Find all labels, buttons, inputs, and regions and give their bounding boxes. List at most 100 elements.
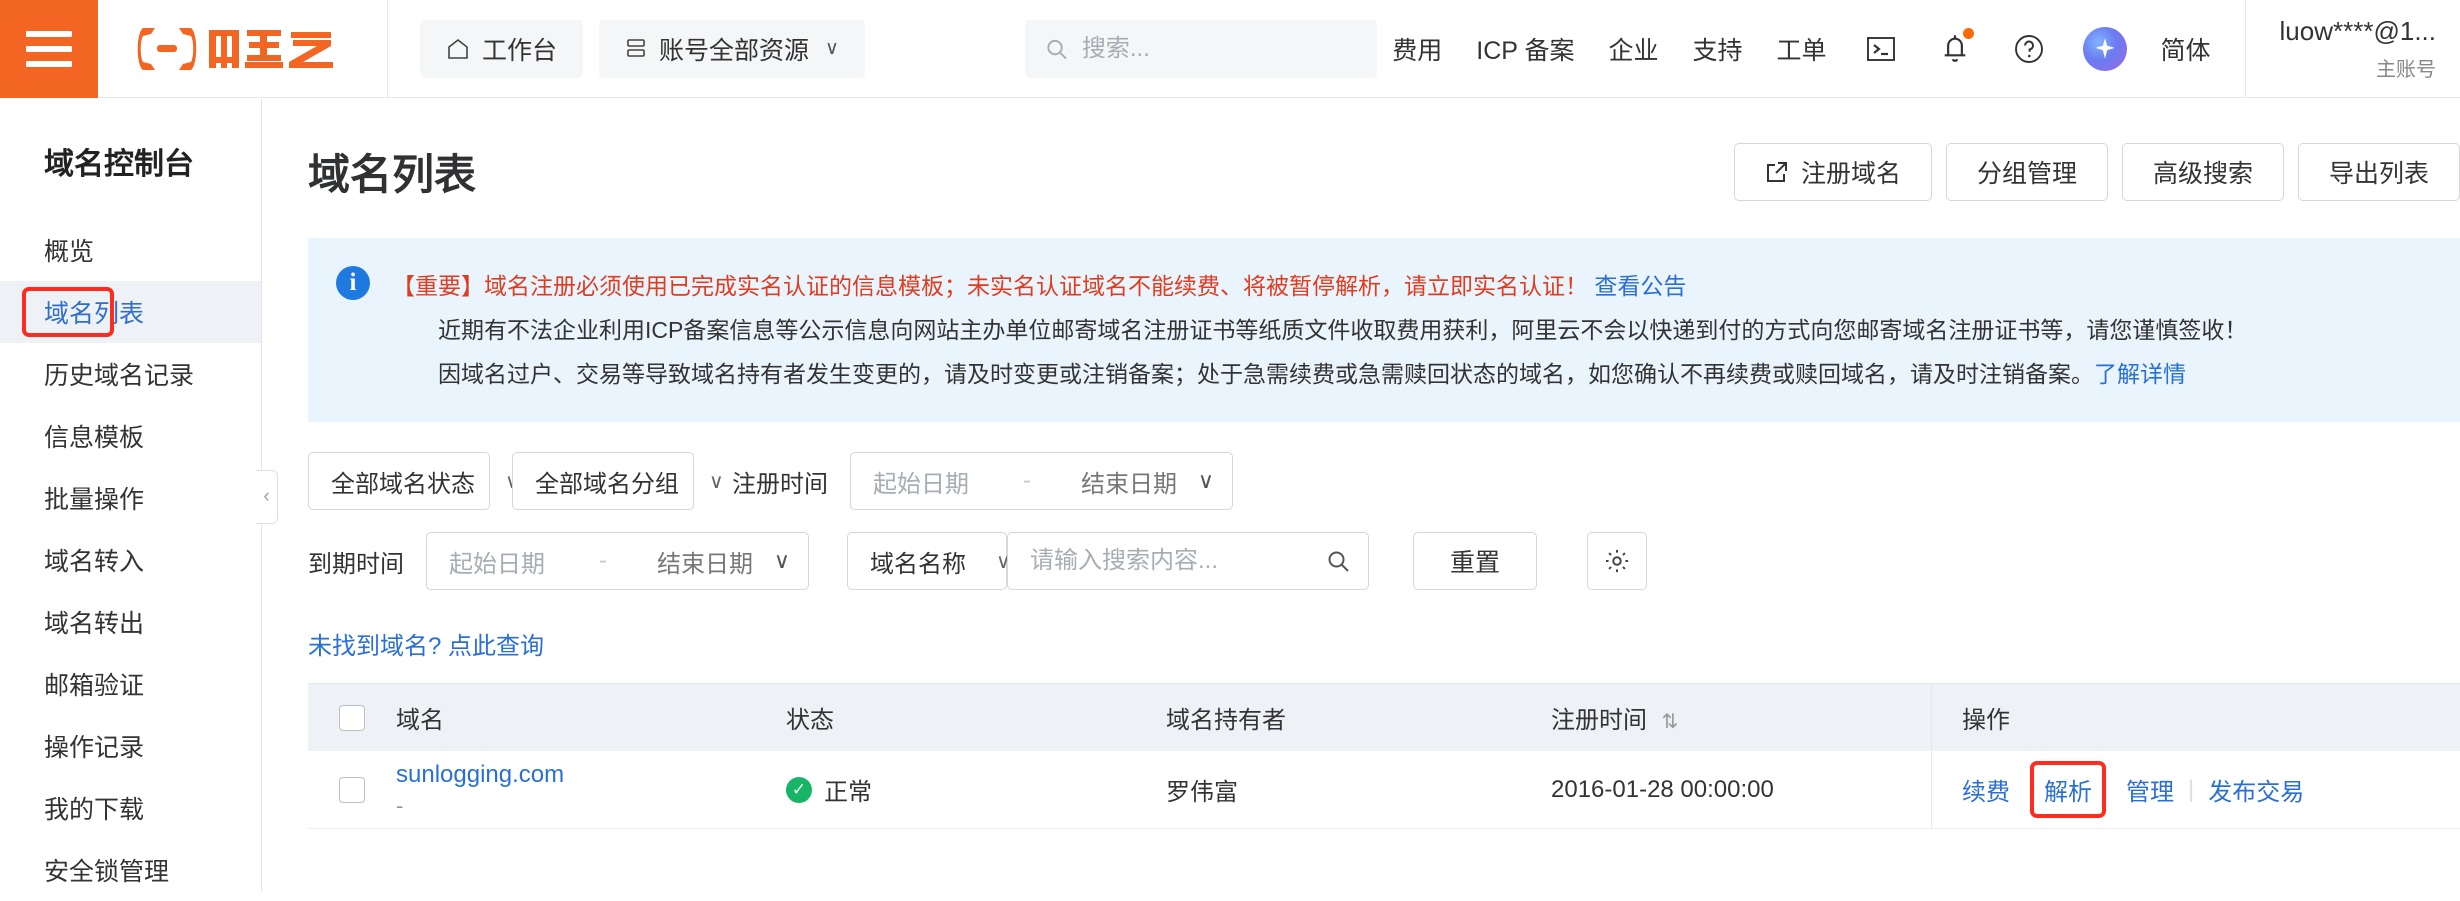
domain-link[interactable]: sunlogging.com xyxy=(396,761,786,789)
sort-icon[interactable]: ⇅ xyxy=(1662,711,1679,733)
sidebar-menu: 概览 域名列表 历史域名记录 信息模板 批量操作 域名转入 域名转出 邮箱验证 … xyxy=(0,219,261,901)
hamburger-menu-icon[interactable] xyxy=(0,0,98,98)
page-actions: 注册域名 分组管理 高级搜索 导出列表 xyxy=(1734,143,2460,201)
sidebar-item-label: 我的下载 xyxy=(44,790,144,826)
sidebar-item-batch-operation[interactable]: 批量操作 xyxy=(0,467,261,529)
search-icon[interactable] xyxy=(1326,548,1350,574)
domain-group-value: 全部域名分组 xyxy=(535,464,679,499)
sidebar-item-label: 安全锁管理 xyxy=(44,852,169,888)
expiry-time-label: 到期时间 xyxy=(308,544,404,579)
cell-operations: 续费 解析 管理 | 发布交易 xyxy=(1931,751,2460,828)
register-domain-button[interactable]: 注册域名 xyxy=(1734,143,1932,201)
expiry-date-range[interactable]: 起始日期 - 结束日期 ∨ xyxy=(426,532,809,590)
cell-owner: 罗伟富 xyxy=(1166,772,1551,807)
domain-table: 域名 状态 域名持有者 注册时间 ⇅ 操作 sunlogging.com - ✓ xyxy=(308,683,2460,829)
column-header-reg-time-label: 注册时间 xyxy=(1551,707,1647,734)
sidebar-item-email-verification[interactable]: 邮箱验证 xyxy=(0,653,261,715)
view-announcement-link[interactable]: 查看公告 xyxy=(1594,273,1686,299)
nav-item-enterprise[interactable]: 企业 xyxy=(1608,31,1658,67)
chevron-down-icon: ∨ xyxy=(709,469,724,494)
column-header-status: 状态 xyxy=(786,700,1166,735)
user-name: luow****@1... xyxy=(2280,16,2436,47)
resolve-dns-link[interactable]: 解析 xyxy=(2044,779,2092,806)
domain-status-select[interactable]: 全部域名状态 ∨ xyxy=(308,452,490,510)
nav-item-ticket[interactable]: 工单 xyxy=(1776,31,1826,67)
nav-item-fees[interactable]: 费用 xyxy=(1392,31,1442,67)
chevron-down-icon: ∨ xyxy=(1198,468,1214,494)
selection-highlight-box: 解析 xyxy=(2030,761,2106,818)
registration-time-label: 注册时间 xyxy=(732,464,828,499)
sidebar-item-transfer-in[interactable]: 域名转入 xyxy=(0,529,261,591)
column-header-operations: 操作 xyxy=(1931,684,2460,752)
global-search-input[interactable] xyxy=(1082,35,1357,63)
notice-line-1-text: 【重要】域名注册必须使用已完成实名认证的信息模板；未实名认证域名不能续费、将被暂… xyxy=(392,273,1588,299)
sidebar: 域名控制台 概览 域名列表 历史域名记录 信息模板 批量操作 域名转入 域名转出… xyxy=(0,99,262,892)
chevron-down-icon: ∨ xyxy=(825,37,839,60)
filter-bar: 全部域名状态 ∨ 全部域名分组 ∨ 注册时间 起始日期 - 结束日期 ∨ 到期时… xyxy=(263,422,2460,590)
reg-start-date: 起始日期 xyxy=(873,464,969,499)
export-list-button[interactable]: 导出列表 xyxy=(2298,143,2460,201)
cloud-shell-button[interactable] xyxy=(1861,29,1901,69)
user-account-menu[interactable]: luow****@1... 主账号 xyxy=(2245,0,2460,98)
group-management-label: 分组管理 xyxy=(1977,154,2077,190)
cell-reg-time: 2016-01-28 00:00:00 xyxy=(1551,776,1931,804)
search-field-select[interactable]: 域名名称 ∨ xyxy=(847,532,1007,590)
sidebar-item-label: 域名列表 xyxy=(44,294,144,330)
select-all-cell xyxy=(308,705,396,731)
aliyun-logo[interactable] xyxy=(98,0,388,98)
table-settings-button[interactable] xyxy=(1587,532,1647,590)
info-icon: i xyxy=(336,266,370,300)
notice-line-3-text: 因域名过户、交易等导致域名持有者发生变更的，请及时变更或注销备案；处于急需续费或… xyxy=(438,361,2094,387)
sidebar-item-domain-list[interactable]: 域名列表 xyxy=(0,281,261,343)
notice-line-2: 近期有不法企业利用ICP备案信息等公示信息向网站主办单位邮寄域名注册证书等纸质文… xyxy=(392,308,2247,352)
sidebar-item-my-downloads[interactable]: 我的下载 xyxy=(0,777,261,839)
sidebar-title: 域名控制台 xyxy=(0,99,261,183)
domain-search-box[interactable] xyxy=(1007,532,1369,590)
renew-link[interactable]: 续费 xyxy=(1962,772,2024,807)
top-nav-left: 工作台 账号全部资源 ∨ xyxy=(388,20,865,78)
sidebar-item-transfer-out[interactable]: 域名转出 xyxy=(0,591,261,653)
global-search-box[interactable] xyxy=(1025,20,1377,78)
workbench-button[interactable]: 工作台 xyxy=(420,20,583,78)
advanced-search-button[interactable]: 高级搜索 xyxy=(2122,143,2284,201)
language-switcher[interactable]: 简体 xyxy=(2161,31,2211,67)
domain-sub-label: - xyxy=(396,793,786,819)
help-button[interactable] xyxy=(2009,29,2049,69)
manage-link[interactable]: 管理 xyxy=(2112,772,2188,807)
row-checkbox[interactable] xyxy=(339,777,365,803)
reset-button[interactable]: 重置 xyxy=(1413,532,1537,590)
registration-date-range[interactable]: 起始日期 - 结束日期 ∨ xyxy=(850,452,1233,510)
question-circle-icon xyxy=(2013,33,2045,65)
sidebar-collapse-handle[interactable]: ‹ xyxy=(256,470,278,524)
check-circle-icon: ✓ xyxy=(786,777,812,803)
domain-group-select[interactable]: 全部域名分组 ∨ xyxy=(512,452,694,510)
learn-more-link[interactable]: 了解详情 xyxy=(2094,361,2186,387)
filter-row-2: 到期时间 起始日期 - 结束日期 ∨ 域名名称 ∨ 重置 xyxy=(308,532,2460,590)
sparkle-icon xyxy=(2092,36,2118,62)
table-header-row: 域名 状态 域名持有者 注册时间 ⇅ 操作 xyxy=(308,683,2460,751)
domain-search-input[interactable] xyxy=(1030,547,1326,575)
sidebar-item-overview[interactable]: 概览 xyxy=(0,219,261,281)
group-management-button[interactable]: 分组管理 xyxy=(1946,143,2108,201)
notifications-button[interactable] xyxy=(1935,29,1975,69)
domain-not-found-link[interactable]: 未找到域名? 点此查询 xyxy=(263,612,544,661)
search-icon xyxy=(1045,36,1068,62)
notice-line-1: 【重要】域名注册必须使用已完成实名认证的信息模板；未实名认证域名不能续费、将被暂… xyxy=(392,264,2247,308)
assistant-avatar[interactable] xyxy=(2083,27,2127,71)
notice-line-3: 因域名过户、交易等导致域名持有者发生变更的，请及时变更或注销备案；处于急需续费或… xyxy=(392,352,2247,396)
export-list-label: 导出列表 xyxy=(2329,154,2429,190)
sidebar-item-label: 域名转入 xyxy=(44,542,144,578)
aliyun-logo-icon xyxy=(135,24,350,74)
sidebar-item-info-template[interactable]: 信息模板 xyxy=(0,405,261,467)
reset-label: 重置 xyxy=(1450,543,1500,579)
sidebar-item-label: 域名转出 xyxy=(44,604,144,640)
sidebar-item-history-records[interactable]: 历史域名记录 xyxy=(0,343,261,405)
nav-item-support[interactable]: 支持 xyxy=(1692,31,1742,67)
select-all-checkbox[interactable] xyxy=(339,705,365,731)
column-header-reg-time[interactable]: 注册时间 ⇅ xyxy=(1551,700,1931,735)
publish-trade-link[interactable]: 发布交易 xyxy=(2194,772,2318,807)
sidebar-item-operation-log[interactable]: 操作记录 xyxy=(0,715,261,777)
reg-end-date: 结束日期 xyxy=(1081,464,1177,499)
nav-item-icp[interactable]: ICP 备案 xyxy=(1476,31,1574,67)
all-resources-button[interactable]: 账号全部资源 ∨ xyxy=(599,20,865,78)
